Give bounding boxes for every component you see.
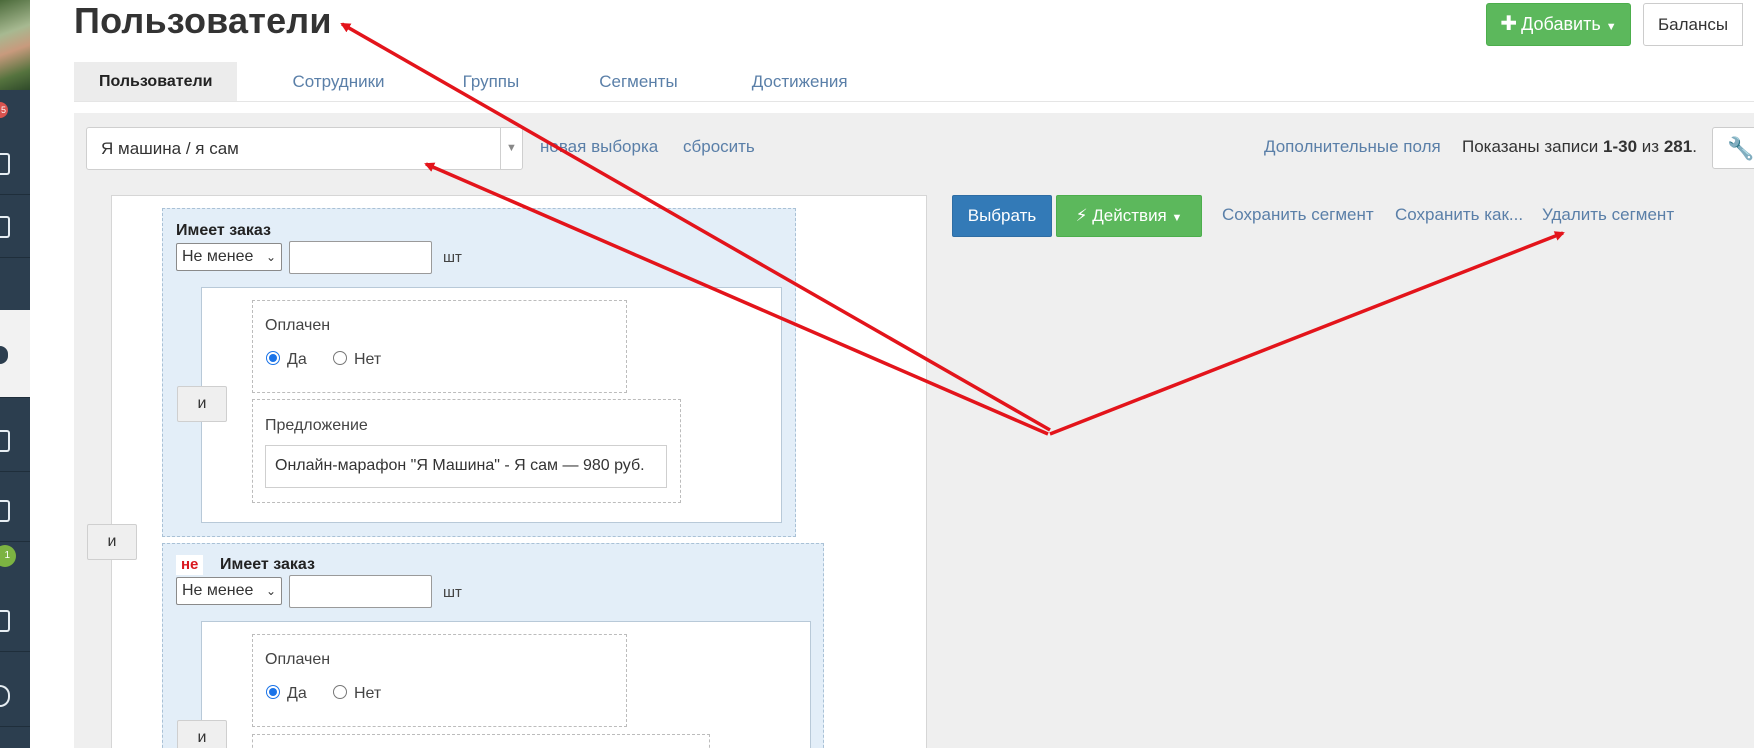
operator-value: Не менее [182,248,254,265]
records-range: 1-30 [1603,137,1638,156]
tab-groups[interactable]: Группы [438,62,545,102]
and-toggle-button[interactable]: и [177,720,227,748]
quantity-input[interactable] [289,575,432,608]
home-icon [0,153,10,175]
tab-bar: Пользователи Сотрудники Группы Сегменты … [74,62,893,102]
tab-employees[interactable]: Сотрудники [267,62,409,102]
offer-filter [252,734,710,748]
quantity-unit: шт [443,249,462,266]
tabs-divider [74,101,1754,102]
sidebar-item-home[interactable] [0,133,30,195]
add-button-label: Добавить [1521,14,1601,34]
caret-down-icon: ▼ [500,128,522,169]
sidebar-item-tasks[interactable] [0,410,30,472]
notification-badge: 5 [0,102,8,118]
paid-label: Оплачен [265,651,331,668]
paid-yes-radio[interactable] [266,351,280,365]
condition-title: Имеет заказ [176,222,271,239]
records-suffix: . [1692,137,1697,156]
paid-filter [252,634,627,727]
sidebar-item-messages[interactable] [0,480,30,542]
tab-achievements[interactable]: Достижения [727,62,873,102]
paid-no-label: Нет [354,351,382,368]
paid-yes-radio[interactable] [266,685,280,699]
paid-yes-label: Да [287,685,307,702]
records-counter: Показаны записи 1-30 из 281. [1462,137,1697,157]
segment-select[interactable]: Я машина / я сам ▼ [86,127,523,170]
left-sidebar: 5 1 [0,0,30,748]
records-of: из [1641,137,1660,156]
save-as-link[interactable]: Сохранить как... [1395,205,1523,225]
sidebar-item-documents[interactable] [0,196,30,258]
and-toggle-button[interactable]: и [177,386,227,422]
and-toggle-button[interactable]: и [87,524,137,560]
lightning-icon: ⚡ [1075,206,1088,225]
clipboard-icon [0,430,10,452]
paid-filter [252,300,627,393]
actions-button-label: Действия [1092,206,1167,225]
delete-segment-link[interactable]: Удалить сегмент [1542,205,1674,225]
sidebar-item-pages[interactable] [0,590,30,652]
caret-down-icon: ▼ [1605,21,1617,33]
new-selection-link[interactable]: новая выборка [540,137,658,157]
plus-icon: ✚ [1500,13,1518,35]
tab-segments[interactable]: Сегменты [574,62,702,102]
sidebar-item-more[interactable] [0,665,30,727]
quantity-input[interactable] [289,241,432,274]
settings-button[interactable]: 🔧 [1712,127,1754,169]
paid-no-label: Нет [354,685,382,702]
wrench-icon: 🔧 [1727,136,1754,161]
choose-button[interactable]: Выбрать [952,195,1052,237]
records-prefix: Показаны записи [1462,137,1599,156]
paid-no-radio[interactable] [333,351,347,365]
operator-value: Не менее [182,582,254,599]
chevron-down-icon: ⌄ [265,250,276,264]
caret-down-icon: ▼ [1171,212,1183,224]
actions-button[interactable]: ⚡ Действия ▼ [1056,195,1202,237]
user-avatar[interactable] [0,0,30,90]
negation-label[interactable]: не [176,555,204,575]
add-button[interactable]: ✚ Добавить ▼ [1486,3,1631,46]
sidebar-item-users[interactable] [0,310,30,398]
paid-no-radio[interactable] [333,685,347,699]
document-icon [0,216,10,238]
messages-badge: 1 [0,545,16,567]
offer-field[interactable]: Онлайн-марафон "Я Машина" - Я сам — 980 … [265,445,667,488]
page-title: Пользователи [74,0,332,41]
paid-label: Оплачен [265,317,331,334]
chevron-down-icon: ⌄ [265,584,276,598]
condition-title: Имеет заказ [220,556,315,573]
circle-icon [0,685,10,707]
pages-icon [0,610,10,632]
message-icon [0,500,10,522]
quantity-unit: шт [443,584,462,601]
operator-select[interactable]: Не менее ⌄ [176,243,282,271]
segment-select-value: Я машина / я сам [101,139,239,158]
paid-yes-label: Да [287,351,307,368]
users-icon [0,346,8,364]
reset-link[interactable]: сбросить [683,137,755,157]
offer-label: Предложение [265,417,368,434]
tab-users[interactable]: Пользователи [74,62,238,102]
save-segment-link[interactable]: Сохранить сегмент [1222,205,1374,225]
extra-fields-link[interactable]: Дополнительные поля [1264,137,1441,157]
balances-button[interactable]: Балансы [1643,3,1743,46]
operator-select[interactable]: Не менее ⌄ [176,577,282,605]
records-total: 281 [1663,137,1693,156]
app-window: 5 1 Пользователи ✚ Добавить ▼ Балансы Пол… [0,0,1754,748]
